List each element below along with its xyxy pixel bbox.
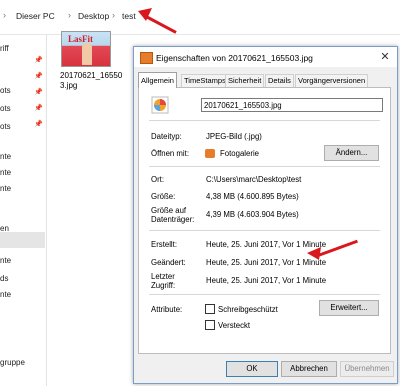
nav-item[interactable]: ots (0, 122, 11, 131)
groesse-auf-label-1: Größe auf (151, 206, 187, 215)
pin-icon: 📌 (34, 105, 43, 112)
tab-panel-allgemein: Dateityp: JPEG-Bild (.jpg) Öffnen mit: F… (138, 87, 391, 354)
ok-button[interactable]: OK (226, 361, 278, 377)
geaendert-label: Geändert: (151, 258, 186, 267)
groesse-value: 4,38 MB (4.600.895 Bytes) (206, 192, 299, 201)
nav-item[interactable]: nte (0, 290, 11, 299)
dateityp-label: Dateityp: (151, 132, 182, 141)
nav-item[interactable]: gruppe (0, 358, 25, 367)
dialog-titlebar[interactable]: Eigenschaften von 20170621_165503.jpg ✕ (134, 47, 397, 67)
nav-item[interactable]: nte (0, 152, 11, 161)
nav-item[interactable]: en (0, 224, 9, 233)
groesse-auf-value: 4,39 MB (4.603.904 Bytes) (206, 210, 299, 219)
tab-details[interactable]: Details (265, 74, 294, 87)
file-name-label[interactable]: 20170621_16550 3.jpg (60, 71, 130, 91)
schreibgeschuetzt-label: Schreibgeschützt (218, 305, 278, 314)
nav-item[interactable]: nte (0, 256, 11, 265)
pin-icon: 📌 (34, 89, 43, 96)
dateityp-value: JPEG-Bild (.jpg) (206, 132, 262, 141)
nav-item[interactable]: ots (0, 104, 11, 113)
image-file-icon (140, 52, 153, 64)
schreibgeschuetzt-checkbox[interactable] (205, 304, 215, 314)
close-button[interactable]: ✕ (377, 49, 393, 65)
ort-label: Ort: (151, 175, 164, 184)
dialog-title: Eigenschaften von 20170621_165503.jpg (156, 53, 313, 63)
divider (149, 294, 380, 295)
file-thumbnail[interactable]: LasFit (61, 31, 111, 67)
breadcrumb-desktop[interactable]: Desktop (78, 11, 109, 21)
nav-item[interactable]: ots (0, 86, 11, 95)
arrow-head-icon (138, 8, 152, 21)
nav-item[interactable]: nte (0, 184, 11, 193)
divider (149, 166, 380, 167)
versteckt-checkbox[interactable] (205, 320, 215, 330)
letzter-zugriff-label-2: Zugriff: (151, 281, 176, 290)
fotogalerie-icon (205, 149, 215, 158)
letzter-zugriff-label-1: Letzter (151, 272, 175, 281)
nav-item[interactable]: ds (0, 274, 8, 283)
aendern-button[interactable]: Ändern... (324, 145, 379, 161)
attribute-label: Attribute: (151, 305, 183, 314)
nav-item[interactable]: nte (0, 168, 11, 177)
tab-vorgaengerversionen[interactable]: Vorgängerversionen (295, 74, 369, 87)
divider (149, 120, 380, 121)
breadcrumb-dieser-pc[interactable]: Dieser PC (16, 11, 55, 21)
erweitert-button[interactable]: Erweitert... (319, 300, 379, 316)
nav-item[interactable]: riff (0, 44, 9, 53)
chevron-right-icon: › (112, 10, 115, 20)
navigation-pane: riff 📌 ots 📌 ots 📌 ots 📌 📌 nte nte nte e… (0, 34, 47, 386)
pin-icon: 📌 (34, 73, 43, 80)
chevron-right-icon: › (3, 10, 6, 20)
pin-icon: 📌 (34, 121, 43, 128)
tab-sicherheit[interactable]: Sicherheit (225, 74, 265, 87)
filename-field[interactable] (201, 98, 383, 112)
properties-dialog: Eigenschaften von 20170621_165503.jpg ✕ … (133, 46, 398, 384)
ort-value: C:\Users\marc\Desktop\test (206, 175, 302, 184)
breadcrumb-test[interactable]: test (122, 11, 136, 21)
groesse-label: Größe: (151, 192, 176, 201)
erstellt-label: Erstellt: (151, 240, 177, 249)
oeffnen-mit-value: Fotogalerie (220, 149, 260, 158)
uebernehmen-button[interactable]: Übernehmen (340, 361, 394, 377)
tab-timestamps[interactable]: TimeStamps (181, 74, 229, 87)
oeffnen-mit-label: Öffnen mit: (151, 149, 189, 158)
versteckt-label: Versteckt (218, 321, 251, 330)
pin-icon: 📌 (34, 57, 43, 64)
tab-allgemein[interactable]: Allgemein (138, 72, 177, 88)
nav-selected-row (0, 232, 45, 248)
letzter-zugriff-value: Heute, 25. Juni 2017, Vor 1 Minute (206, 276, 327, 285)
groesse-auf-label-2: Datenträger: (151, 215, 195, 224)
photo-file-icon (151, 96, 169, 114)
arrow-head-icon (307, 247, 321, 260)
divider (149, 230, 380, 231)
address-bar[interactable]: › Dieser PC › Desktop › test (0, 0, 400, 35)
chevron-right-icon: › (68, 10, 71, 20)
abbrechen-button[interactable]: Abbrechen (281, 361, 337, 377)
thumbnail-figure (82, 43, 92, 65)
